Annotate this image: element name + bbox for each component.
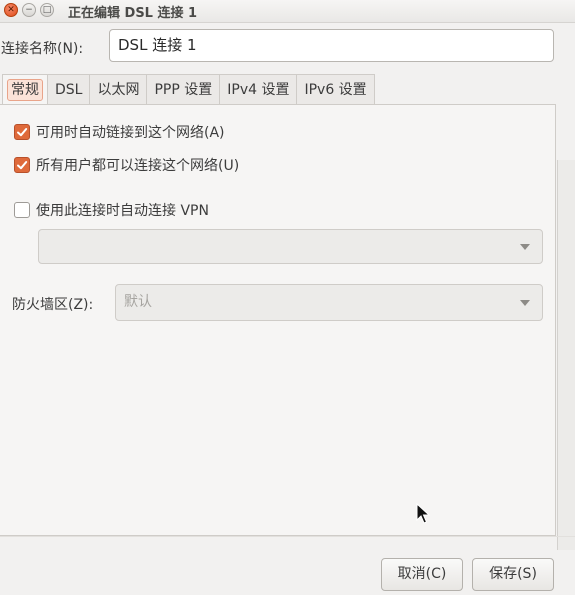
button-area-divider: [0, 536, 575, 537]
vpn-select[interactable]: [38, 229, 543, 264]
tab-bar: 常规 DSL 以太网 PPP 设置 IPv4 设置 IPv6 设置: [2, 74, 375, 104]
checkmark-icon: [17, 128, 28, 137]
auto-connect-row[interactable]: 可用时自动链接到这个网络(A): [14, 122, 225, 142]
title-bar: ✕ − □ 正在编辑 DSL 连接 1: [0, 0, 575, 23]
auto-vpn-label: 使用此连接时自动连接 VPN: [36, 203, 209, 219]
minimize-window-button[interactable]: −: [22, 3, 36, 17]
cancel-button[interactable]: 取消(C): [381, 558, 463, 591]
dropdown-arrow-icon: [520, 299, 530, 306]
connection-name-label: 连接名称(N):: [1, 41, 84, 57]
tab-ipv6-settings[interactable]: IPv6 设置: [296, 74, 375, 104]
firewall-zone-label: 防火墙区(Z):: [12, 297, 94, 313]
tab-label: 常规: [7, 79, 43, 101]
tab-dsl[interactable]: DSL: [47, 74, 90, 104]
close-window-button[interactable]: ✕: [4, 3, 18, 17]
all-users-row[interactable]: 所有用户都可以连接这个网络(U): [14, 155, 239, 175]
auto-vpn-row[interactable]: 使用此连接时自动连接 VPN: [14, 200, 209, 220]
maximize-window-button[interactable]: □: [40, 3, 54, 17]
background-window-edge-lower: [557, 518, 575, 550]
auto-connect-checkbox[interactable]: [14, 124, 30, 140]
minimize-icon: −: [25, 5, 33, 15]
firewall-zone-value: 默认: [124, 294, 152, 310]
auto-connect-label: 可用时自动链接到这个网络(A): [36, 125, 225, 141]
all-users-checkbox[interactable]: [14, 157, 30, 173]
firewall-zone-select[interactable]: 默认: [115, 284, 543, 321]
background-window-edge: [557, 160, 575, 536]
window-title: 正在编辑 DSL 连接 1: [68, 6, 198, 21]
save-button[interactable]: 保存(S): [472, 558, 554, 591]
tab-general[interactable]: 常规: [2, 74, 47, 104]
dropdown-arrow-icon: [520, 243, 530, 250]
mouse-pointer-icon: [416, 502, 431, 529]
checkmark-icon: [17, 161, 28, 170]
connection-name-input[interactable]: DSL 连接 1: [109, 29, 554, 62]
tab-ppp-settings[interactable]: PPP 设置: [146, 74, 220, 104]
maximize-icon: □: [42, 5, 52, 15]
all-users-label: 所有用户都可以连接这个网络(U): [36, 158, 240, 174]
tab-ethernet[interactable]: 以太网: [89, 74, 147, 104]
close-icon: ✕: [7, 5, 15, 15]
tab-ipv4-settings[interactable]: IPv4 设置: [219, 74, 297, 104]
general-tab-panel: 可用时自动链接到这个网络(A) 所有用户都可以连接这个网络(U) 使用此连接时自…: [0, 104, 556, 536]
auto-vpn-checkbox[interactable]: [14, 202, 30, 218]
